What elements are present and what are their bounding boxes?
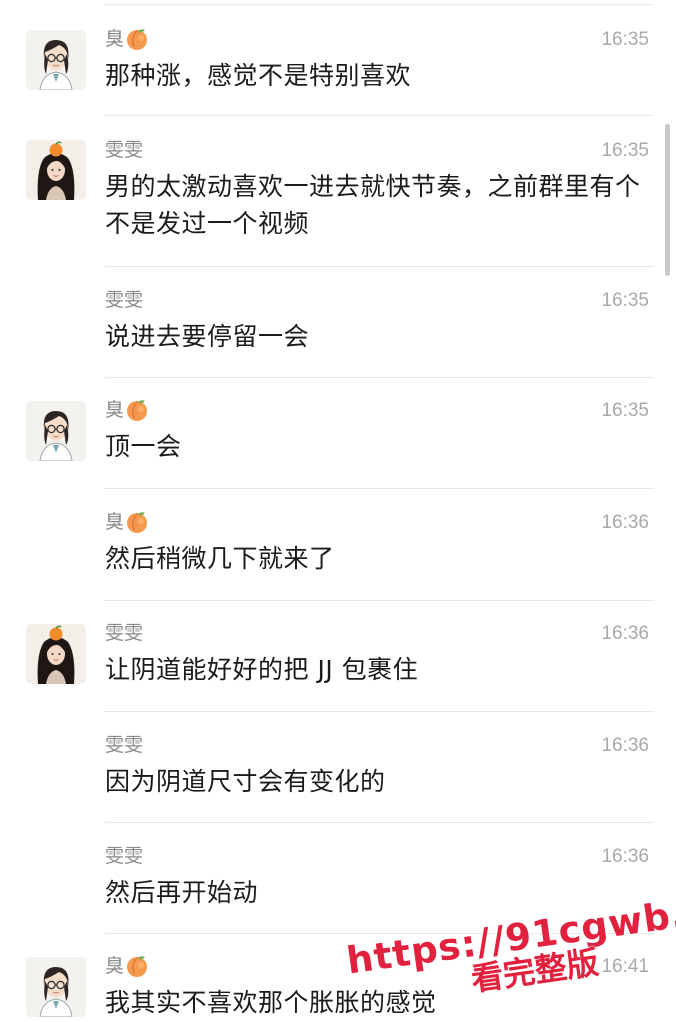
avatar-glasses-woman-icon <box>26 401 86 461</box>
sender-name-text: 雯雯 <box>105 734 144 756</box>
sender-name-text: 臭 <box>105 28 125 50</box>
message-divider <box>105 266 654 267</box>
message-text[interactable]: 那种涨，感觉不是特别喜欢 <box>105 57 650 94</box>
message-time: 16:35 <box>601 29 649 50</box>
sender-name: 雯雯 <box>105 288 143 312</box>
avatar[interactable] <box>26 957 86 1017</box>
peach-icon <box>125 398 149 422</box>
peach-icon <box>125 510 149 534</box>
message-text[interactable]: 然后稍微几下就来了 <box>105 540 650 577</box>
message-time: 16:36 <box>601 512 649 533</box>
avatar-girl-long-hair-icon <box>26 140 86 200</box>
avatar[interactable] <box>26 30 86 90</box>
scrollbar[interactable] <box>665 124 670 276</box>
peach-icon <box>125 954 149 978</box>
message-divider <box>105 711 654 712</box>
message-divider <box>105 115 654 116</box>
sender-name: 雯雯 <box>105 621 143 645</box>
message-time: 16:36 <box>601 735 649 756</box>
avatar[interactable] <box>26 401 86 461</box>
sender-name-text: 臭 <box>105 511 125 533</box>
message-divider <box>105 377 654 378</box>
sender-name-text: 臭 <box>105 955 125 977</box>
avatar-glasses-woman-icon <box>26 30 86 90</box>
avatar[interactable] <box>26 624 86 684</box>
sender-name-text: 臭 <box>105 399 125 421</box>
message-text[interactable]: 说进去要停留一会 <box>105 318 650 355</box>
sender-name: 雯雯 <box>105 844 143 868</box>
message-text[interactable]: 然后再开始动 <box>105 874 650 911</box>
peach-icon <box>125 27 149 51</box>
message-text[interactable]: 男的太激动喜欢一进去就快节奏，之前群里有个不是发过一个视频 <box>105 168 650 242</box>
avatar-glasses-woman-icon <box>26 957 86 1017</box>
sender-name: 臭 <box>105 398 149 422</box>
sender-name: 臭 <box>105 954 149 978</box>
sender-name: 雯雯 <box>105 733 143 757</box>
chat-message-list[interactable]: 臭 16:35 那种涨，感觉不是特别喜欢 雯雯 16:35 男的太激动喜欢一进去… <box>0 0 676 1022</box>
avatar[interactable] <box>26 140 86 200</box>
message-time: 16:35 <box>601 400 649 421</box>
message-text[interactable]: 我其实不喜欢那个胀胀的感觉 <box>105 984 650 1021</box>
message-divider <box>105 488 654 489</box>
message-time: 16:41 <box>601 956 649 977</box>
message-time: 16:36 <box>601 846 649 867</box>
message-divider <box>105 822 654 823</box>
sender-name-text: 雯雯 <box>105 622 144 644</box>
message-time: 16:36 <box>601 623 649 644</box>
sender-name: 臭 <box>105 27 149 51</box>
message-divider <box>105 4 654 5</box>
message-divider <box>105 600 654 601</box>
message-text[interactable]: 顶一会 <box>105 428 650 465</box>
sender-name-text: 雯雯 <box>105 289 144 311</box>
message-text[interactable]: 让阴道能好好的把 JJ 包裹住 <box>105 651 650 688</box>
sender-name: 臭 <box>105 510 149 534</box>
avatar-girl-long-hair-icon <box>26 624 86 684</box>
sender-name-text: 雯雯 <box>105 139 144 161</box>
message-text[interactable]: 因为阴道尺寸会有变化的 <box>105 763 650 800</box>
message-time: 16:35 <box>601 290 649 311</box>
sender-name: 雯雯 <box>105 138 143 162</box>
sender-name-text: 雯雯 <box>105 845 144 867</box>
message-time: 16:35 <box>601 140 649 161</box>
